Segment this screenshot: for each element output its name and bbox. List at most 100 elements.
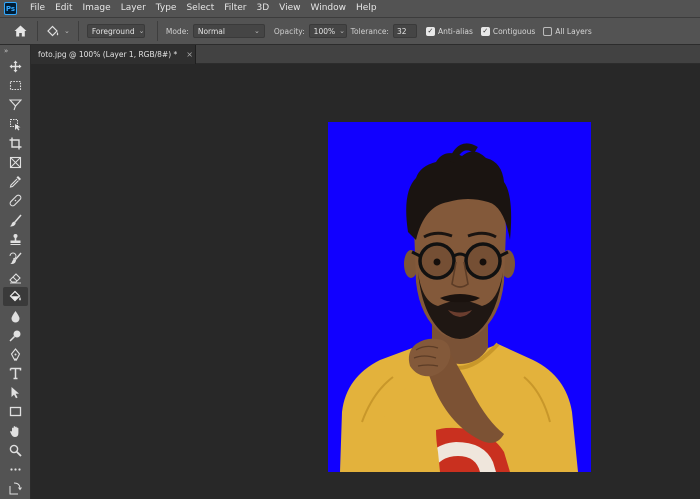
lasso-icon <box>9 99 22 111</box>
document-tab[interactable]: foto.jpg @ 100% (Layer 1, RGB/8#) * × <box>31 45 196 64</box>
history-brush-tool[interactable] <box>0 249 31 268</box>
dodge-icon <box>9 330 21 342</box>
ellipsis-icon <box>10 468 21 471</box>
menu-help[interactable]: Help <box>351 0 382 17</box>
bandage-icon <box>9 195 22 207</box>
all-layers-checkbox[interactable] <box>543 26 553 36</box>
fill-source-select[interactable]: Foreground ⌄ <box>86 24 145 38</box>
options-bar: ⌄ Foreground ⌄ Mode: Normal ⌄ Opacity: 1… <box>0 17 700 45</box>
menu-bar: Ps File Edit Image Layer Type Select Fil… <box>0 0 700 17</box>
swap-colors-icon <box>9 482 22 495</box>
menu-layer[interactable]: Layer <box>116 0 151 17</box>
home-button[interactable] <box>11 22 29 40</box>
tool-preset-picker[interactable]: ⌄ <box>46 25 70 38</box>
more-tools-button[interactable] <box>0 460 31 479</box>
contiguous-checkbox[interactable]: ✓ <box>480 26 490 36</box>
portrait-photo <box>340 143 578 472</box>
document-canvas[interactable] <box>328 122 591 472</box>
opacity-value: 100% <box>313 26 336 36</box>
chevron-down-icon: ⌄ <box>64 27 70 35</box>
move-tool[interactable] <box>0 57 31 76</box>
canvas-workspace[interactable] <box>31 64 700 499</box>
tolerance-input[interactable]: 32 <box>392 24 417 38</box>
object-select-icon <box>10 118 21 131</box>
tools-panel: » <box>0 45 31 499</box>
contiguous-label: Contiguous <box>492 26 536 36</box>
menu-select[interactable]: Select <box>181 0 219 17</box>
menu-3d[interactable]: 3D <box>252 0 275 17</box>
stamp-icon <box>10 233 21 245</box>
blur-tool[interactable] <box>0 306 31 325</box>
eyedropper-icon <box>9 176 21 188</box>
menu-view[interactable]: View <box>274 0 305 17</box>
separator <box>77 21 79 41</box>
tolerance-value: 32 <box>396 26 407 36</box>
eyedropper-tool[interactable] <box>0 172 31 191</box>
frame-tool[interactable] <box>0 153 31 172</box>
type-tool[interactable] <box>0 364 31 383</box>
swap-colors-button[interactable] <box>0 479 31 498</box>
droplet-icon <box>11 310 20 323</box>
object-select-tool[interactable] <box>0 115 31 134</box>
menu-window[interactable]: Window <box>306 0 352 17</box>
separator <box>156 21 158 41</box>
eraser-icon <box>9 273 21 284</box>
dodge-tool[interactable] <box>0 326 31 345</box>
crop-tool[interactable] <box>0 134 31 153</box>
rectangle-icon <box>9 407 22 417</box>
move-icon <box>9 60 22 73</box>
paint-bucket-icon <box>47 25 59 36</box>
eraser-tool[interactable] <box>0 268 31 287</box>
menu-type[interactable]: Type <box>151 0 182 17</box>
path-select-tool[interactable] <box>0 383 31 402</box>
all-layers-toggle[interactable]: All Layers <box>543 26 592 36</box>
collapse-panel-button[interactable]: » <box>0 45 30 57</box>
hand-tool[interactable] <box>0 422 31 441</box>
marquee-icon <box>9 81 22 91</box>
opacity-input[interactable]: 100% ⌄ <box>308 24 347 38</box>
zoom-tool[interactable] <box>0 441 31 460</box>
cursor-arrow-icon <box>11 387 19 399</box>
paint-bucket-icon <box>9 290 21 302</box>
pen-tool[interactable] <box>0 345 31 364</box>
history-brush-icon <box>9 252 22 264</box>
brush-tool[interactable] <box>0 211 31 230</box>
brush-icon <box>9 214 22 227</box>
menu-filter[interactable]: Filter <box>219 0 251 17</box>
document-tab-bar: foto.jpg @ 100% (Layer 1, RGB/8#) * × <box>31 45 700 64</box>
mode-value: Normal <box>197 26 225 36</box>
frame-icon <box>9 156 22 169</box>
document-tab-title: foto.jpg @ 100% (Layer 1, RGB/8#) * <box>38 50 178 59</box>
menu-edit[interactable]: Edit <box>50 0 77 17</box>
chevron-down-icon: ⌄ <box>138 27 145 35</box>
hand-icon <box>10 425 19 437</box>
menu-image[interactable]: Image <box>78 0 116 17</box>
marquee-tool[interactable] <box>0 76 31 95</box>
home-icon <box>14 25 26 37</box>
anti-alias-checkbox[interactable]: ✓ <box>425 26 435 36</box>
paint-bucket-tool[interactable] <box>3 287 28 307</box>
healing-brush-tool[interactable] <box>0 191 31 210</box>
magnifier-icon <box>9 444 22 457</box>
mode-select[interactable]: Normal ⌄ <box>192 24 265 38</box>
photoshop-logo: Ps <box>4 2 17 15</box>
close-icon[interactable]: × <box>186 50 193 59</box>
opacity-label: Opacity: <box>273 26 305 36</box>
pen-icon <box>10 348 21 361</box>
mode-label: Mode: <box>165 26 189 36</box>
chevron-down-icon: ⌄ <box>339 27 345 35</box>
type-icon <box>9 367 22 380</box>
menu-file[interactable]: File <box>25 0 50 17</box>
all-layers-label: All Layers <box>555 26 592 36</box>
lasso-tool[interactable] <box>0 95 31 114</box>
fill-source-value: Foreground <box>91 26 135 36</box>
contiguous-toggle[interactable]: ✓ Contiguous <box>480 26 536 36</box>
crop-icon <box>9 137 22 150</box>
separator <box>37 21 38 41</box>
anti-alias-label: Anti-alias <box>437 26 473 36</box>
chevron-down-icon: ⌄ <box>253 27 260 35</box>
rectangle-tool[interactable] <box>0 402 31 421</box>
clone-stamp-tool[interactable] <box>0 230 31 249</box>
anti-alias-toggle[interactable]: ✓ Anti-alias <box>425 26 473 36</box>
tolerance-label: Tolerance: <box>350 26 389 36</box>
